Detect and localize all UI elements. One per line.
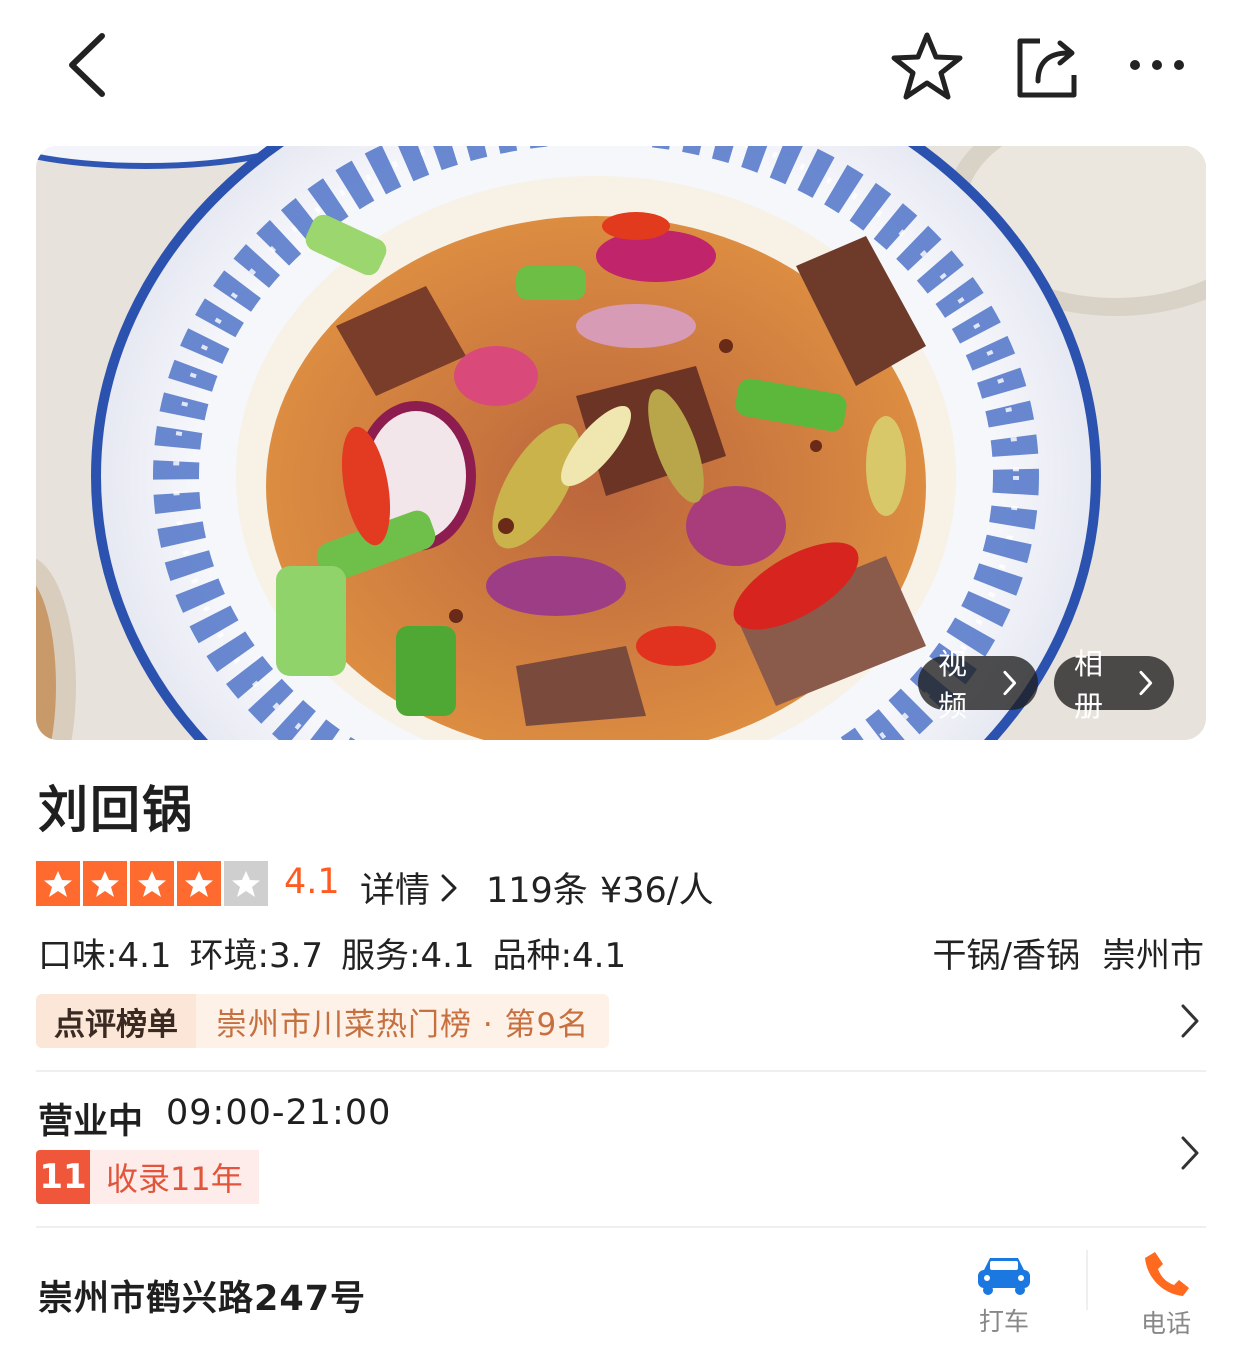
more-button[interactable]	[1124, 50, 1190, 80]
hours-chevron[interactable]	[1172, 1130, 1208, 1176]
divider	[36, 1226, 1206, 1228]
subscore-taste: 口味:4.1	[38, 936, 172, 976]
price-per-person: ¥36/人	[600, 871, 714, 911]
category-location: 干锅/香锅 崇州市	[933, 928, 1204, 977]
cuisine-category: 干锅/香锅	[932, 936, 1080, 976]
share-button[interactable]	[1012, 34, 1082, 100]
years-icon: 11	[36, 1150, 90, 1204]
video-button[interactable]: 视频	[918, 647, 1038, 723]
restaurant-name: 刘回锅	[38, 781, 194, 839]
chevron-right-icon	[441, 874, 457, 901]
taxi-button[interactable]: 打车	[966, 1252, 1042, 1338]
food-dish-illustration	[36, 146, 1206, 740]
chevron-right-icon	[1181, 1136, 1199, 1170]
star-empty-icon	[224, 861, 268, 906]
business-hours: 09:00-21:00	[166, 1093, 392, 1133]
star-outline-icon	[891, 32, 963, 100]
star-filled-icon	[83, 861, 127, 906]
star-filled-icon	[36, 861, 80, 906]
action-separator	[1086, 1250, 1088, 1310]
ranking-logo: 点评榜单	[36, 994, 196, 1048]
phone-icon	[1145, 1252, 1189, 1296]
car-icon	[978, 1258, 1030, 1295]
ranking-text: 崇州市川菜热门榜 · 第9名	[196, 994, 610, 1048]
star-filled-icon	[177, 861, 221, 906]
star-filled-icon	[130, 861, 174, 906]
back-arrow-icon	[69, 33, 105, 97]
divider	[36, 1070, 1206, 1072]
ranking-chevron[interactable]	[1172, 998, 1208, 1044]
album-button[interactable]: 相册	[1054, 647, 1174, 723]
phone-label: 电话	[1140, 1309, 1191, 1338]
rating-detail-link[interactable]: 详情	[360, 862, 460, 913]
hero-photo[interactable]	[36, 146, 1206, 740]
review-count[interactable]: 119条	[486, 862, 588, 913]
chevron-right-icon	[1181, 1004, 1199, 1038]
album-label: 相册	[1074, 647, 1104, 723]
open-status: 营业中	[38, 1102, 144, 1142]
back-button[interactable]	[56, 30, 116, 100]
subscores: 口味:4.1 环境:3.7 服务:4.1 品种:4.1	[38, 928, 626, 977]
years-text: 收录11年	[90, 1150, 259, 1204]
subscore-environment: 环境:3.7	[189, 936, 324, 976]
rating-score: 4.1	[284, 862, 340, 902]
chevron-right-icon	[1003, 670, 1017, 696]
subscore-variety: 品种:4.1	[492, 936, 627, 976]
city-label: 崇州市	[1102, 936, 1204, 976]
detail-label: 详情	[360, 871, 431, 911]
favorite-button[interactable]	[888, 30, 966, 102]
phone-button[interactable]: 电话	[1128, 1248, 1204, 1340]
star-rating	[36, 861, 268, 906]
video-label: 视频	[938, 647, 968, 723]
share-icon	[1017, 38, 1077, 98]
ranking-badge[interactable]: 点评榜单 崇州市川菜热门榜 · 第9名	[36, 994, 610, 1048]
chevron-right-icon	[1139, 670, 1153, 696]
listing-years-badge: 11 收录11年	[36, 1150, 259, 1204]
taxi-label: 打车	[978, 1307, 1029, 1336]
address[interactable]: 崇州市鹤兴路247号	[38, 1270, 366, 1321]
subscore-service: 服务:4.1	[341, 936, 475, 976]
more-dots-icon	[1130, 60, 1184, 70]
